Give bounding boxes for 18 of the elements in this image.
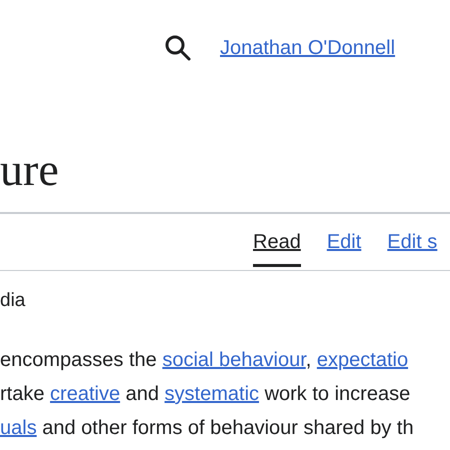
article-link[interactable]: social behaviour <box>162 349 306 371</box>
body-text: encompasses the <box>0 349 158 371</box>
view-tab[interactable]: Edit <box>326 214 362 267</box>
body-text: work to increase <box>264 383 410 405</box>
article-link[interactable]: systematic <box>164 383 260 405</box>
body-text: and <box>124 383 160 405</box>
tagline: dia <box>0 289 26 312</box>
page-title: ure <box>0 64 450 214</box>
article-link[interactable]: uals <box>0 417 37 439</box>
article-link[interactable]: expectatio <box>316 349 408 371</box>
user-link[interactable]: Jonathan O'Donnell <box>220 36 396 60</box>
view-tab[interactable]: Edit s <box>387 214 438 267</box>
view-tab[interactable]: Read <box>253 214 301 267</box>
body-text: and other forms of behaviour shared by th <box>41 417 414 439</box>
body-text: rtake <box>0 383 46 405</box>
search-icon[interactable] <box>164 34 192 62</box>
body-text: , <box>306 349 312 371</box>
article-link[interactable]: creative <box>50 383 120 405</box>
